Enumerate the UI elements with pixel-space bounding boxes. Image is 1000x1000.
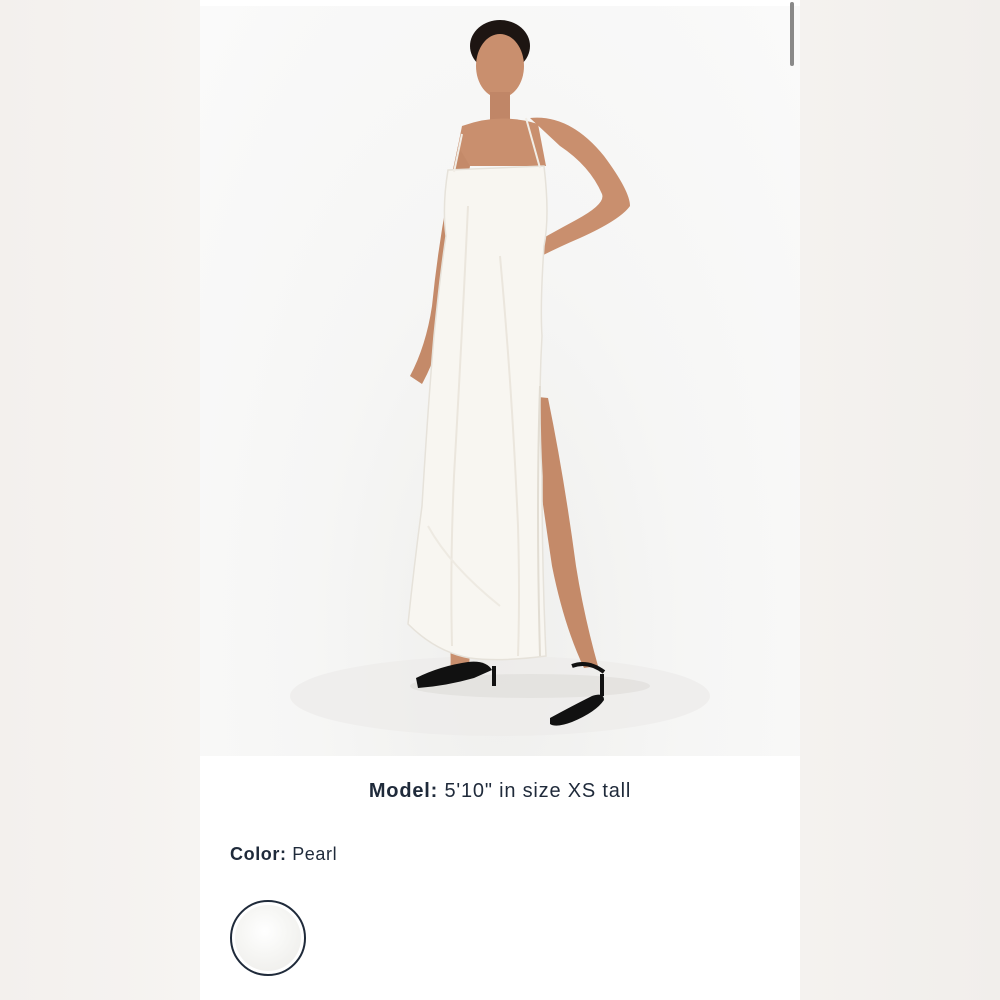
color-swatch-pearl[interactable]	[230, 900, 306, 976]
model-value: 5'10" in size XS tall	[444, 780, 632, 802]
product-detail-panel: Model: 5'10" in size XS tall Color: Pear…	[200, 0, 800, 1000]
model-info: Model: 5'10" in size XS tall	[200, 780, 800, 803]
scrollbar-thumb[interactable]	[790, 2, 794, 66]
swatch-fill	[235, 905, 301, 971]
color-label: Color:	[230, 844, 287, 864]
color-info: Color: Pearl	[230, 844, 337, 865]
color-value: Pearl	[292, 844, 338, 864]
product-image[interactable]	[200, 6, 800, 756]
model-label: Model:	[368, 780, 439, 802]
model-illustration	[290, 20, 710, 736]
